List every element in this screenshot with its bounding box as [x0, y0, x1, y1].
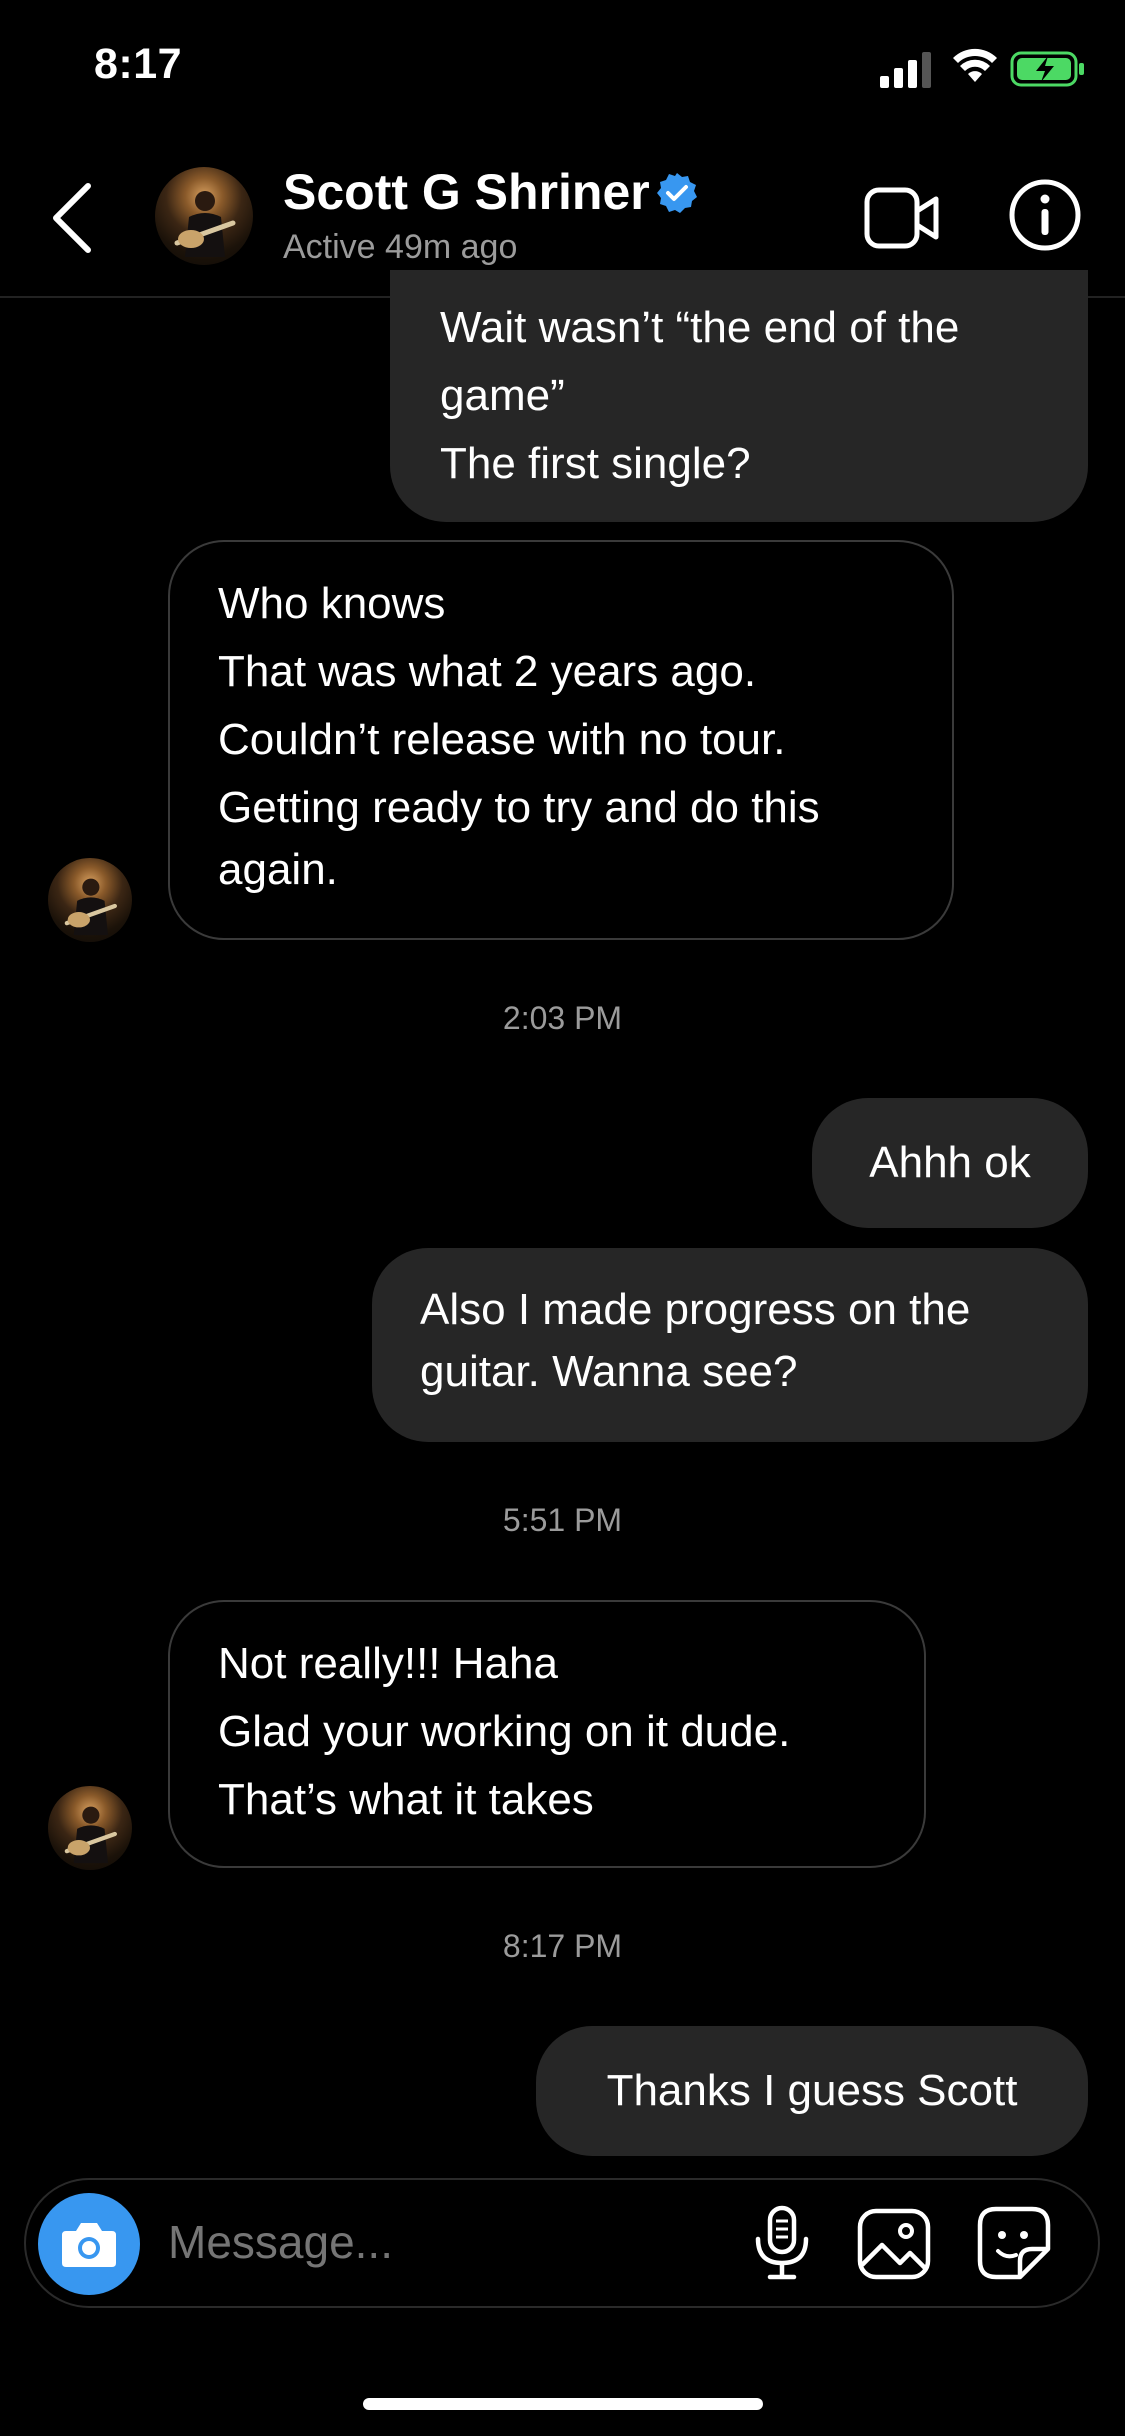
message-line: Thanks I guess Scott	[606, 2066, 1018, 2115]
message-line: That was what 2 years ago.	[218, 647, 757, 696]
message-line: Also I made progress on the	[420, 1285, 971, 1334]
message-bubble-outgoing[interactable]: Also I made progress on the guitar. Wann…	[372, 1248, 1088, 1442]
message-line: again.	[218, 845, 338, 894]
message-line: The first single?	[440, 439, 751, 488]
contact-avatar[interactable]	[48, 1786, 132, 1870]
camera-button[interactable]	[38, 2193, 140, 2295]
message-input[interactable]	[168, 2214, 688, 2270]
message-line: Glad your working on it dude.	[218, 1707, 791, 1756]
message-line: Not really!!! Haha	[218, 1639, 558, 1688]
status-time: 8:17	[94, 40, 183, 88]
message-timestamp: 8:17 PM	[502, 1928, 623, 1964]
microphone-button[interactable]	[750, 2205, 814, 2281]
message-bubble-incoming[interactable]: Not really!!! Haha Glad your working on …	[168, 1600, 926, 1868]
verified-badge-icon	[657, 173, 697, 213]
message-line: guitar. Wanna see?	[420, 1347, 798, 1396]
message-line: Couldn’t release with no tour.	[218, 715, 786, 764]
video-call-button[interactable]	[864, 185, 940, 251]
message-bubble-outgoing[interactable]: Ahhh ok	[812, 1098, 1088, 1228]
gallery-button[interactable]	[856, 2207, 932, 2281]
message-line: Getting ready to try and do this	[218, 783, 820, 832]
message-bubble-outgoing[interactable]: Wait wasn’t “the end of the game” The fi…	[390, 270, 1088, 522]
guitarist-photo-icon	[64, 878, 117, 936]
wifi-icon	[953, 48, 997, 82]
message-timestamp: 5:51 PM	[502, 1502, 623, 1538]
message-bubble-incoming[interactable]: Who knows That was what 2 years ago. Cou…	[168, 540, 954, 940]
message-line: game”	[440, 371, 565, 420]
message-line: Wait wasn’t “the end of the	[440, 303, 960, 352]
message-line: Who knows	[218, 579, 446, 628]
signal-bars-icon	[880, 52, 931, 88]
message-line: That’s what it takes	[218, 1775, 594, 1824]
contact-avatar[interactable]	[48, 858, 132, 942]
message-line: Ahhh ok	[869, 1138, 1031, 1187]
home-indicator[interactable]	[363, 2398, 763, 2410]
battery-charging-icon	[1010, 51, 1084, 87]
contact-name[interactable]: Scott G Shriner	[283, 163, 650, 221]
guitarist-photo-icon	[64, 1806, 117, 1864]
camera-icon	[62, 2223, 116, 2267]
info-button[interactable]	[1008, 178, 1082, 252]
message-bubble-outgoing[interactable]: Thanks I guess Scott	[536, 2026, 1088, 2156]
message-timestamp: 2:03 PM	[502, 1000, 623, 1036]
active-status: Active 49m ago	[283, 228, 518, 266]
sticker-button[interactable]	[976, 2205, 1052, 2281]
contact-avatar[interactable]	[155, 167, 253, 265]
guitarist-photo-icon	[174, 191, 236, 257]
back-button[interactable]	[50, 182, 94, 254]
